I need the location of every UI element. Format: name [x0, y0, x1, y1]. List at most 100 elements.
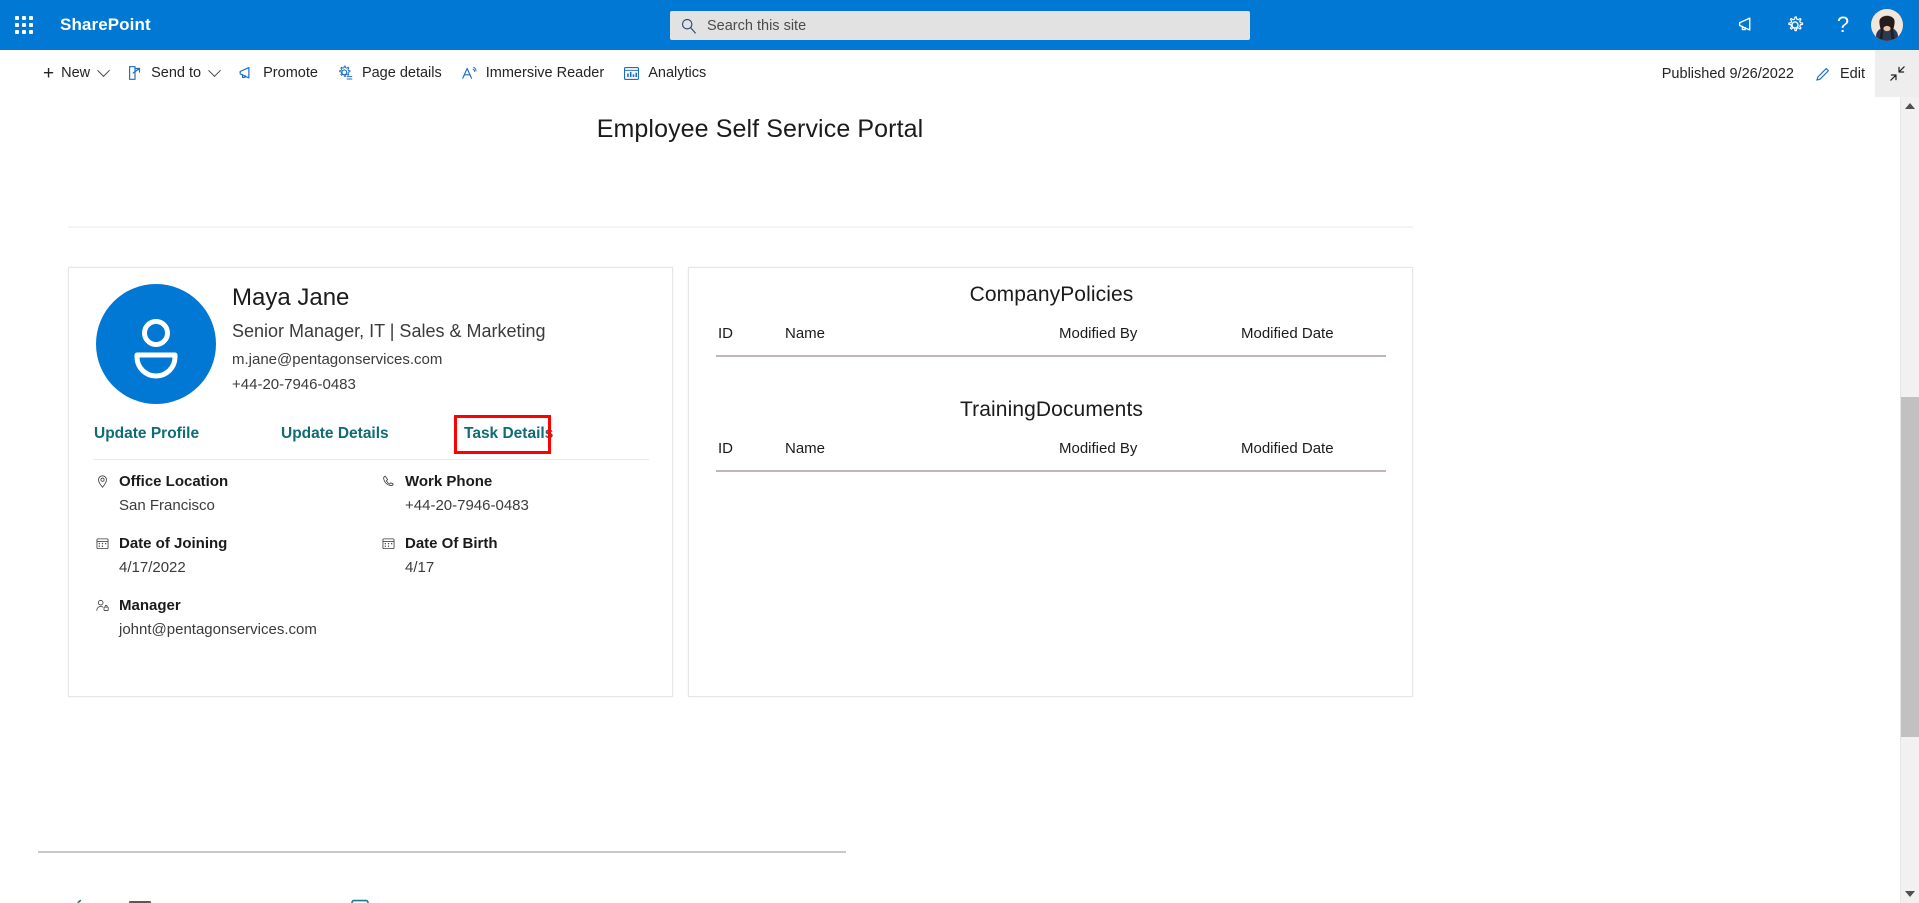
lists-card: CompanyPolicies ID Name Modified By Modi…: [688, 267, 1413, 697]
column-header-id[interactable]: ID: [718, 440, 733, 457]
list-header-rule: [716, 470, 1386, 472]
search-box[interactable]: [670, 11, 1250, 40]
megaphone-icon: [237, 64, 256, 83]
list-title: CompanyPolicies: [969, 283, 1134, 306]
field-date-of-joining: Date of Joining 4/17/2022: [95, 535, 227, 576]
field-label: Date of Joining: [119, 535, 228, 552]
app-launcher-button[interactable]: [0, 0, 48, 50]
top-accent-strip: [0, 0, 1919, 2]
task-details-link[interactable]: Task Details: [464, 425, 553, 443]
profile-role: Senior Manager, IT | Sales & Marketing: [232, 321, 546, 341]
field-label-row: Work Phone: [381, 473, 529, 490]
scroll-down-arrow-icon: [1905, 891, 1915, 897]
command-bar-right: Published 9/26/2022 Edit: [1662, 50, 1919, 97]
edit-label: Edit: [1840, 65, 1865, 82]
search-input[interactable]: [707, 12, 1240, 39]
collapse-button[interactable]: [1875, 50, 1919, 97]
field-label-row: Manager: [95, 597, 317, 614]
pencil-icon: [1814, 65, 1832, 83]
immersive-reader-icon: [460, 64, 479, 83]
scroll-down-button[interactable]: [1901, 885, 1919, 903]
question-icon: ?: [1836, 12, 1850, 37]
chevron-down-icon: [208, 63, 221, 77]
field-value: johnt@pentagonservices.com: [119, 621, 317, 638]
list-column-headers: ID Name Modified By Modified Date: [689, 317, 1414, 357]
bottom-icon-row: [0, 895, 900, 903]
column-header-modified-by[interactable]: Modified By: [1059, 325, 1137, 342]
profile-name: Maya Jane: [232, 284, 350, 311]
scroll-up-arrow-icon: [1905, 103, 1915, 109]
promote-button[interactable]: Promote: [228, 53, 327, 93]
field-value: 4/17: [405, 559, 435, 576]
help-button[interactable]: ?: [1819, 0, 1867, 50]
analytics-button[interactable]: Analytics: [613, 53, 715, 93]
scrollbar-thumb[interactable]: [1901, 397, 1919, 737]
scroll-up-button[interactable]: [1901, 97, 1919, 115]
gear-icon: [1788, 16, 1804, 32]
send-to-button[interactable]: Send to: [117, 53, 228, 93]
employee-profile-card: Maya Jane Senior Manager, IT | Sales & M…: [68, 267, 673, 697]
page-details-icon: [336, 64, 355, 83]
column-header-name[interactable]: Name: [785, 440, 825, 457]
column-header-modified-date[interactable]: Modified Date: [1241, 325, 1334, 342]
document-icon[interactable]: [128, 895, 152, 903]
avatar-photo-icon: [1871, 9, 1903, 41]
column-header-modified-by[interactable]: Modified By: [1059, 440, 1137, 457]
field-value: San Francisco: [119, 497, 215, 514]
training-documents-list: TrainingDocuments ID Name Modified By Mo…: [689, 383, 1414, 472]
publish-status: Published 9/26/2022: [1661, 65, 1794, 82]
page-title: Employee Self Service Portal: [596, 115, 924, 143]
profile-avatar: [96, 284, 216, 404]
new-button[interactable]: + New: [34, 53, 117, 93]
column-header-modified-date[interactable]: Modified Date: [1241, 440, 1334, 457]
account-avatar[interactable]: [1871, 9, 1903, 41]
calendar-icon: [95, 536, 111, 551]
field-label: Date Of Birth: [405, 535, 498, 552]
sharepoint-brand[interactable]: SharePoint: [60, 15, 151, 35]
top-divider: [68, 226, 1413, 228]
analytics-label: Analytics: [648, 64, 707, 81]
waffle-icon: [15, 16, 33, 34]
vertical-scrollbar[interactable]: [1900, 97, 1919, 903]
column-header-id[interactable]: ID: [718, 325, 733, 342]
bottom-divider: [38, 851, 846, 853]
field-label-row: Date of Joining: [95, 535, 227, 552]
profile-separator: [93, 459, 649, 460]
immersive-reader-label: Immersive Reader: [485, 64, 605, 81]
calendar-icon: [381, 536, 397, 551]
immersive-reader-button[interactable]: Immersive Reader: [451, 53, 613, 93]
field-manager: Manager johnt@pentagonservices.com: [95, 597, 317, 638]
command-bar-items: + New Send to Promote Page details Immer…: [0, 53, 715, 93]
folder-icon[interactable]: [350, 895, 370, 903]
list-title: TrainingDocuments: [960, 398, 1143, 421]
analytics-icon: [622, 64, 641, 83]
update-details-link[interactable]: Update Details: [281, 425, 389, 443]
search-icon: [681, 18, 696, 34]
page-canvas: Employee Self Service Portal Maya Jane S…: [0, 97, 1900, 903]
megaphone-icon: [1738, 17, 1751, 31]
page-details-button[interactable]: Page details: [327, 53, 451, 93]
field-label: Office Location: [119, 473, 229, 490]
settings-button[interactable]: [1771, 0, 1819, 50]
promote-label: Promote: [263, 64, 318, 81]
field-value: 4/17/2022: [119, 559, 186, 576]
profile-action-links: Update Profile Update Details Task Detai…: [69, 415, 674, 458]
collapse-icon: [1889, 66, 1905, 81]
list-header-rule: [716, 355, 1386, 357]
new-label: New: [61, 64, 91, 81]
command-bar: + New Send to Promote Page details Immer…: [0, 50, 1919, 97]
phone-icon: [381, 474, 397, 489]
chevron-down-icon: [97, 63, 110, 77]
manager-person-icon: [95, 598, 111, 613]
megaphone-button[interactable]: [1723, 0, 1771, 50]
company-policies-list: CompanyPolicies ID Name Modified By Modi…: [689, 268, 1414, 357]
link-icon[interactable]: [76, 895, 92, 903]
field-label-row: Office Location: [95, 473, 228, 490]
suite-actions: ?: [1723, 0, 1919, 50]
update-profile-link[interactable]: Update Profile: [94, 425, 199, 443]
list-column-headers: ID Name Modified By Modified Date: [689, 432, 1414, 472]
column-header-name[interactable]: Name: [785, 325, 825, 342]
field-label-row: Date Of Birth: [381, 535, 498, 552]
edit-button[interactable]: Edit: [1804, 54, 1875, 94]
field-value: +44-20-7946-0483: [405, 497, 529, 514]
